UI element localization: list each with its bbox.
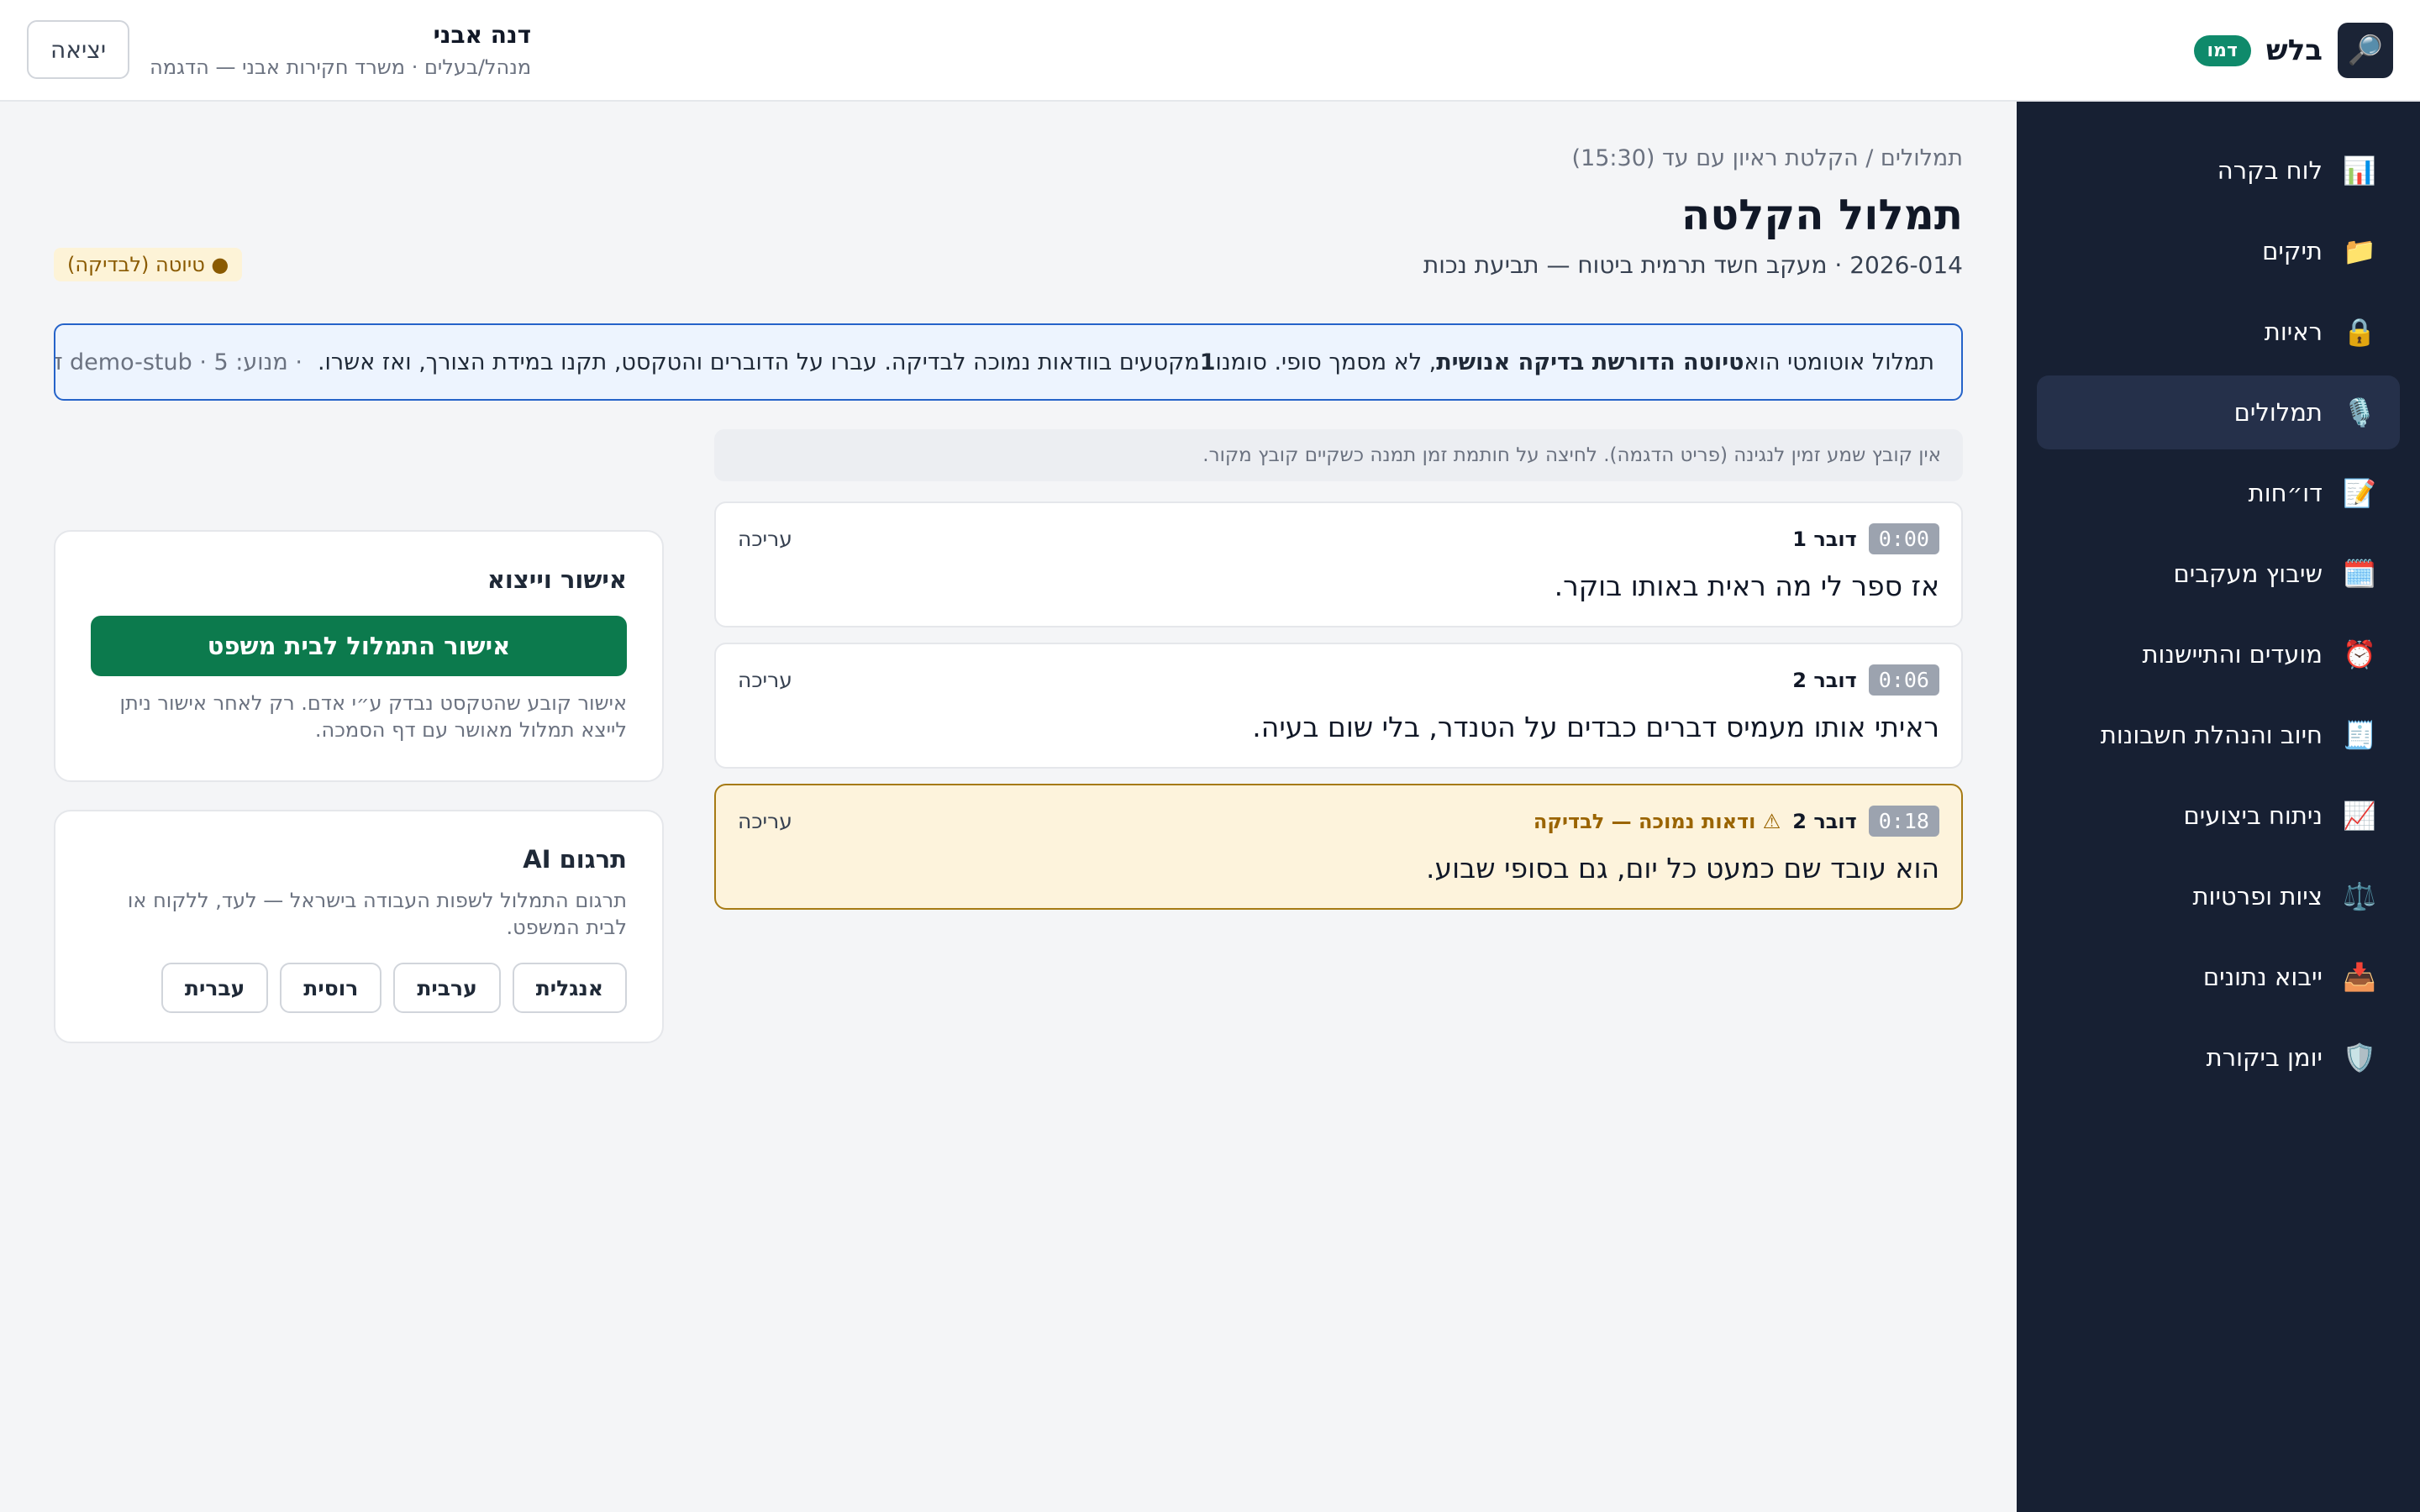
microphone-icon: 🎙️ <box>2343 396 2376 428</box>
sidebar-item-cases[interactable]: 📁 תיקים <box>2037 214 2400 288</box>
sidebar-item-compliance[interactable]: ⚖️ ציות ופרטיות <box>2037 859 2400 933</box>
timestamp[interactable]: 0:06 <box>1868 664 1939 696</box>
sidebar-item-label: מועדים והתיישנות <box>2142 640 2323 669</box>
scales-icon: ⚖️ <box>2343 880 2376 912</box>
calendar-icon: 🗓️ <box>2343 558 2376 590</box>
sidebar-item-reports[interactable]: 📝 דו״חות <box>2037 456 2400 530</box>
sidebar-item-data-import[interactable]: 📥 ייבוא נתונים <box>2037 940 2400 1014</box>
sidebar-item-label: תמלולים <box>2233 398 2323 427</box>
memo-icon: 📝 <box>2343 477 2376 509</box>
folder-icon: 📁 <box>2343 235 2376 267</box>
chart-icon: 📊 <box>2343 155 2376 186</box>
segment-text: הוא עובד שם כמעט כל יום, גם בסופי שבוע. <box>1426 852 1939 885</box>
transcript-segment: 0:06 דובר 2 עריכה ראיתי אותו מעמיס דברים… <box>714 643 1963 769</box>
transcript-segment: 0:00 דובר 1 עריכה אז ספר לי מה ראית באות… <box>714 501 1963 627</box>
speaker-label: דובר 1 <box>1792 527 1857 551</box>
edit-segment-button[interactable]: עריכה <box>738 668 792 692</box>
card-note: אישור קובע שהטקסט נבדק ע״י אדם. רק לאחר … <box>119 691 627 742</box>
info-banner: תמלול אוטומטי הוא טיוטה הדורשת בדיקה אנו… <box>54 323 1963 401</box>
sidebar-item-label: חיוב והנהלת חשבונות <box>2100 721 2323 749</box>
brand[interactable]: 🔎 בלש דמו <box>2193 23 2393 78</box>
user-area: דנה אבני מנהל/בעלים · משרד חקירות אבני —… <box>27 20 531 79</box>
translate-english-button[interactable]: אנגלית <box>512 963 627 1013</box>
audio-note: אין קובץ שמע זמין לנגינה (פריט הדגמה). ל… <box>714 429 1963 481</box>
top-header: 🔎 בלש דמו דנה אבני מנהל/בעלים · משרד חקי… <box>0 0 2420 102</box>
card-title: תרגום AI <box>523 845 627 874</box>
card-title: אישור וייצוא <box>487 565 627 594</box>
low-confidence-flag: ⚠ ודאות נמוכה — לבדיקה <box>1533 809 1781 833</box>
sidebar-item-label: ראיות <box>2264 318 2323 346</box>
sidebar-item-transcripts[interactable]: 🎙️ תמלולים <box>2037 375 2400 449</box>
lock-icon: 🔒 <box>2343 316 2376 348</box>
user-role: מנהל/בעלים · משרד חקירות אבני — הדגמה <box>150 55 532 79</box>
sidebar-item-label: דו״חות <box>2248 479 2323 507</box>
translate-hebrew-button[interactable]: עברית <box>160 963 269 1013</box>
user-name: דנה אבני <box>433 20 532 49</box>
timestamp[interactable]: 0:00 <box>1868 523 1939 554</box>
translate-russian-button[interactable]: רוסית <box>280 963 382 1013</box>
banner-text-1: תמלול אוטומטי הוא <box>1744 349 1935 375</box>
sidebar-item-label: לוח בקרה <box>2217 156 2323 185</box>
sidebar-item-audit-log[interactable]: 🛡️ יומן ביקורת <box>2037 1021 2400 1095</box>
transcript-column: אין קובץ שמע זמין לנגינה (פריט הדגמה). ל… <box>714 429 1963 925</box>
sidebar-item-evidence[interactable]: 🔒 ראיות <box>2037 295 2400 369</box>
page-title: תמלול הקלטה <box>1681 191 1963 239</box>
sidebar-item-deadlines[interactable]: ⏰ מועדים והתיישנות <box>2037 617 2400 691</box>
demo-badge: דמו <box>2193 34 2251 66</box>
sidebar-item-surveillance-scheduling[interactable]: 🗓️ שיבוץ מעקבים <box>2037 537 2400 611</box>
segment-text: אז ספר לי מה ראית באותו בוקר. <box>1554 570 1939 602</box>
receipt-icon: 🧾 <box>2343 719 2376 751</box>
status-badge: ● טיוטה (לבדיקה) <box>54 248 243 281</box>
logout-button[interactable]: יציאה <box>27 20 130 79</box>
language-buttons: אנגלית ערבית רוסית עברית <box>91 963 627 1013</box>
ai-translation-card: תרגום AI תרגום התמלול לשפות העבודה בישרא… <box>54 810 664 1043</box>
transcript-segment-flagged: 0:18 דובר 2 ⚠ ודאות נמוכה — לבדיקה עריכה… <box>714 784 1963 910</box>
speaker-label: דובר 2 <box>1792 809 1857 833</box>
banner-text-3: מקטעים בוודאות נמוכה לבדיקה. עברו על הדו… <box>317 349 1200 375</box>
translate-arabic-button[interactable]: ערבית <box>393 963 501 1013</box>
shield-icon: 🛡️ <box>2343 1042 2376 1074</box>
case-line: 2026-014 · מעקב חשד תרמית ביטוח — תביעת … <box>1423 251 1963 279</box>
banner-bold-2: 1 <box>1199 349 1216 375</box>
sidebar-item-label: ניתוח ביצועים <box>2183 801 2323 830</box>
sidebar: 📊 לוח בקרה 📁 תיקים 🔒 ראיות 🎙️ תמלולים 📝 … <box>2017 102 2420 1512</box>
sidebar-item-billing[interactable]: 🧾 חיוב והנהלת חשבונות <box>2037 698 2400 772</box>
timestamp[interactable]: 0:18 <box>1868 806 1939 837</box>
edit-segment-button[interactable]: עריכה <box>738 527 792 551</box>
sidebar-item-label: ייבוא נתונים <box>2202 963 2323 991</box>
edit-segment-button[interactable]: עריכה <box>738 809 792 833</box>
approve-export-card: אישור וייצוא אישור התמלול לבית משפט אישו… <box>54 530 664 782</box>
user-info: דנה אבני מנהל/בעלים · משרד חקירות אבני —… <box>150 21 531 79</box>
engine-info: · מנוע: demo-stub · 5 דק׳ <box>55 349 302 375</box>
brand-name: בלש <box>2265 34 2323 67</box>
sidebar-item-label: שיבוץ מעקבים <box>2173 559 2323 588</box>
banner-bold-1: טיוטה הדורשת בדיקה אנושית <box>1436 349 1744 375</box>
sidebar-item-label: תיקים <box>2262 237 2323 265</box>
inbox-tray-icon: 📥 <box>2343 961 2376 993</box>
trend-chart-icon: 📈 <box>2343 800 2376 832</box>
banner-text-2: , לא מסמך סופי. סומנו <box>1215 349 1437 375</box>
speaker-label: דובר 2 <box>1792 668 1857 692</box>
sidebar-item-dashboard[interactable]: 📊 לוח בקרה <box>2037 134 2400 207</box>
alarm-clock-icon: ⏰ <box>2343 638 2376 670</box>
approve-transcript-button[interactable]: אישור התמלול לבית משפט <box>91 616 627 676</box>
main-content: תמלולים / הקלטת ראיון עם עד (15:30) תמלו… <box>0 102 2017 1512</box>
card-note: תרגום התמלול לשפות העבודה בישראל — לעד, … <box>127 889 627 939</box>
sidebar-item-label: ציות ופרטיות <box>2192 882 2323 911</box>
sidebar-item-performance[interactable]: 📈 ניתוח ביצועים <box>2037 779 2400 853</box>
sidebar-item-label: יומן ביקורת <box>2206 1043 2323 1072</box>
breadcrumb[interactable]: תמלולים / הקלטת ראיון עם עד (15:30) <box>1572 145 1963 171</box>
segment-text: ראיתי אותו מעמיס דברים כבדים על הטנדר, ב… <box>1252 711 1939 743</box>
magnifier-icon: 🔎 <box>2338 23 2393 78</box>
